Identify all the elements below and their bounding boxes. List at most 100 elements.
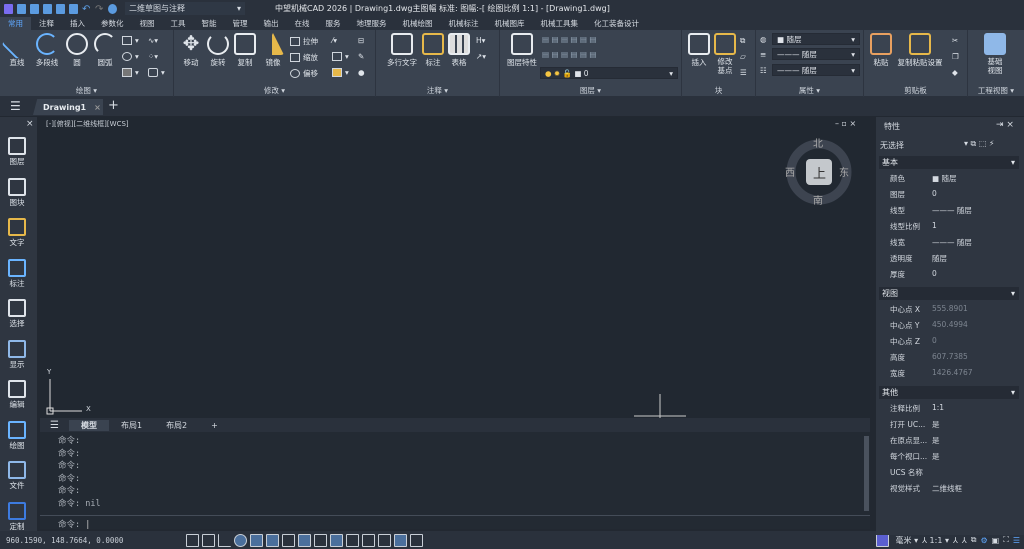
menu-tab[interactable]: 机械绘图 (395, 17, 441, 30)
copy-paste-settings-tool[interactable]: 复制粘贴设置 (892, 30, 948, 68)
property-row[interactable]: 中心点 Y 450.4994 (890, 320, 968, 331)
viewcube-east[interactable]: 东 (839, 164, 849, 179)
break-icon[interactable]: ⊟ (358, 36, 364, 45)
viewcube-south[interactable]: 南 (813, 192, 823, 207)
property-row[interactable]: UCS 名称 (890, 467, 932, 478)
save-as-icon[interactable] (56, 3, 65, 14)
pin-close-icons[interactable]: ⇥ × (996, 120, 1014, 130)
menu-tab[interactable]: 注释 (31, 17, 62, 30)
property-row[interactable]: 线宽 ——— 随层 (890, 237, 972, 248)
workspace-dropdown[interactable]: 二维草图与注释 ▾ (125, 2, 245, 15)
arc-tool[interactable]: 圆弧 (88, 30, 122, 68)
units-dropdown[interactable]: 毫米 ▾ (896, 535, 919, 546)
properties-panel-label[interactable]: 属性 ▾ (756, 85, 863, 96)
workspace-switch-icon[interactable]: ⧉ (971, 535, 977, 545)
left-tool[interactable]: 编辑 (2, 377, 32, 410)
fillet-icon[interactable]: ▾ (332, 52, 349, 61)
menu-tab[interactable]: 化工装备设计 (586, 17, 647, 30)
hardware-accel-icon[interactable]: ▣ (992, 536, 1000, 545)
left-tool[interactable]: 绘图 (2, 418, 32, 451)
menu-tab[interactable]: 参数化 (93, 17, 132, 30)
property-row[interactable]: 线型 ——— 随层 (890, 205, 972, 216)
selection-cycling-icon[interactable] (362, 533, 375, 547)
dim-style-icon[interactable]: H▾ (476, 36, 485, 45)
menu-tab[interactable]: 在线 (287, 17, 318, 30)
array-icon[interactable]: ▾ (332, 68, 349, 77)
layer-tools-row2-icon[interactable]: ▤ ▤ ▤ ▤ ▤ ▤ (542, 50, 596, 59)
viewcube-west[interactable]: 西 (785, 164, 795, 179)
quick-properties-icon[interactable] (346, 533, 359, 547)
annotation-monitor-icon[interactable] (378, 533, 391, 547)
modify-panel-label[interactable]: 修改 ▾ (174, 85, 375, 96)
property-row[interactable]: 视觉样式 二维线框 (890, 483, 962, 494)
annotate-panel-label[interactable]: 注释 ▾ (376, 85, 499, 96)
mirror-tool[interactable]: 镜像 (256, 30, 290, 68)
layers-panel-label[interactable]: 图层 ▾ (500, 85, 681, 96)
undo-icon[interactable]: ↶ (82, 4, 91, 15)
layout-tab[interactable]: 模型 (68, 419, 109, 431)
menu-tab[interactable]: 工具 (163, 17, 194, 30)
left-tool[interactable]: 文件 (2, 458, 32, 491)
viewport-label[interactable]: [-][俯视][二维线框][WCS] (46, 119, 129, 129)
layout-tab[interactable]: 布局1 (109, 420, 154, 431)
new-icon[interactable] (17, 3, 26, 14)
menu-tab[interactable]: 服务 (318, 17, 349, 30)
osnap-icon[interactable] (250, 533, 263, 547)
property-row[interactable]: 颜色 ■ 随层 (890, 173, 956, 184)
left-tool[interactable]: 显示 (2, 337, 32, 370)
stretch-tool[interactable]: 拉伸 (290, 36, 318, 47)
property-row[interactable]: 打开 UC... 是 (890, 419, 940, 430)
menu-icon[interactable]: ☰ (10, 99, 21, 113)
selection-tools-icons[interactable]: ▾ ⧉ ⬚ ⚡ (964, 139, 995, 149)
layer-dropdown[interactable]: ● ✹ 🔓 ■ 0 ▾ (540, 67, 678, 79)
grid-icon[interactable] (186, 533, 199, 547)
explode-icon[interactable]: ● (358, 68, 365, 77)
new-tab-icon[interactable]: + (108, 98, 119, 113)
property-section-header[interactable]: 基本 ▾ (879, 156, 1019, 169)
property-row[interactable]: 图层 0 (890, 189, 937, 200)
print-icon[interactable] (69, 3, 78, 14)
property-row[interactable]: 线型比例 1 (890, 221, 937, 232)
annotation-scale-dropdown[interactable]: ⅄ 1:1 ▾ (922, 536, 949, 545)
annotation-visibility-icon[interactable]: ⅄ (953, 536, 958, 545)
erase-icon[interactable]: ✎ (358, 52, 364, 61)
block-create-icon[interactable]: ⧉ (740, 36, 745, 46)
layer-properties-tool[interactable]: 图层特性 (504, 30, 540, 68)
annotation-icon[interactable] (875, 533, 889, 547)
selection-dropdown[interactable]: 无选择 (880, 140, 904, 151)
attribute-icon[interactable]: ☰ (740, 68, 747, 77)
property-row[interactable]: 中心点 X 555.8901 (890, 304, 968, 315)
auto-scale-icon[interactable]: ⅄ (962, 536, 967, 545)
command-input[interactable]: 命令: | (40, 515, 870, 530)
color-dropdown[interactable]: ■ 随层 ▾ (772, 33, 860, 45)
settings-gear-icon[interactable]: ⚙ (980, 536, 987, 545)
menu-tab[interactable]: 智能 (194, 17, 225, 30)
menu-tab[interactable]: 常用 (0, 17, 31, 30)
property-row[interactable]: 每个视口... 是 (890, 451, 940, 462)
property-row[interactable]: 中心点 Z 0 (890, 336, 937, 347)
left-tool[interactable]: 文字 (2, 215, 32, 248)
close-icon[interactable]: × (94, 103, 101, 112)
left-tool[interactable]: 图块 (2, 175, 32, 208)
property-row[interactable]: 宽度 1426.4767 (890, 368, 973, 379)
cut-icon[interactable]: ✂ (952, 36, 958, 45)
point-icon[interactable]: ⁘▾ (148, 52, 158, 61)
close-icon[interactable]: × (26, 119, 34, 129)
property-row[interactable]: 透明度 随层 (890, 253, 947, 264)
layout-tab[interactable]: 布局2 (154, 420, 199, 431)
dynamic-input-icon[interactable] (298, 533, 311, 547)
edit-basepoint-tool[interactable]: 修改 基点 (708, 30, 742, 75)
transparency-icon[interactable] (330, 533, 343, 547)
menu-tab[interactable]: 机械工具集 (533, 17, 587, 30)
otrack-icon[interactable] (266, 533, 279, 547)
ortho-icon[interactable] (218, 533, 231, 547)
dynamic-ucs-icon[interactable] (282, 533, 295, 547)
menu-tab[interactable]: 视图 (132, 17, 163, 30)
property-row[interactable]: 厚度 0 (890, 269, 937, 280)
redo-icon[interactable]: ↷ (95, 4, 104, 15)
trim-icon[interactable]: ⁄▾ (332, 36, 337, 45)
hatch-icon[interactable]: ▾ (122, 68, 139, 77)
block-edit-icon[interactable]: ▱ (740, 52, 746, 61)
polar-icon[interactable] (234, 533, 247, 547)
menu-tab[interactable]: 机械标注 (441, 17, 487, 30)
